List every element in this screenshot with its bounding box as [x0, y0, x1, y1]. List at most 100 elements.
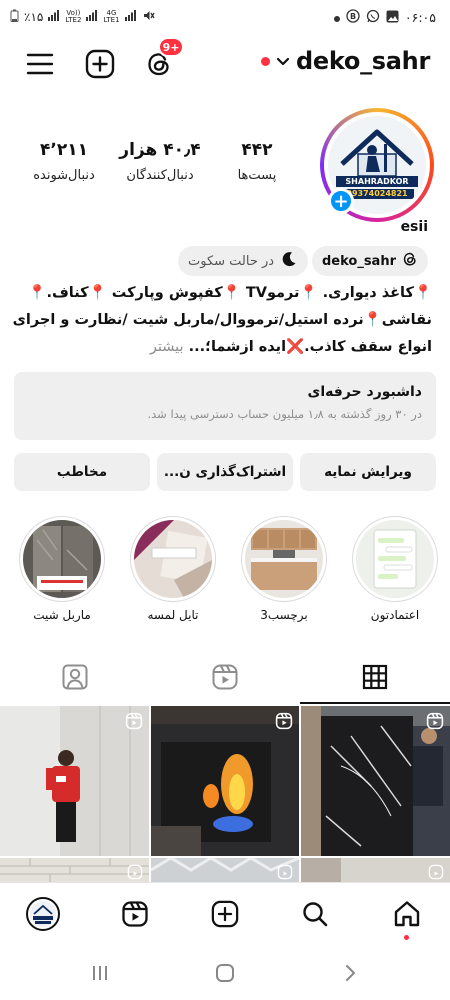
reel-icon: [275, 712, 293, 734]
nav-profile[interactable]: [26, 897, 60, 931]
notification-badge: 9+: [158, 37, 184, 57]
account-switcher[interactable]: deko_sahr: [261, 47, 430, 75]
tab-reels[interactable]: [150, 650, 300, 704]
highlight-ring: [241, 516, 327, 602]
b-app-icon: B: [346, 9, 360, 26]
bio-text-3b: ایده ازشما؛...: [188, 339, 287, 355]
posts-label: پست‌ها: [237, 168, 277, 183]
nav-search[interactable]: [298, 897, 332, 931]
posts-stat[interactable]: ۴۴۲ پست‌ها: [226, 140, 288, 183]
bio-text-1: کاغذ دیواری.: [322, 285, 414, 301]
bio-line-2: نقاشی📍نرده استیل/ترمووال/ماربل شیت /نظار…: [12, 307, 432, 334]
plus-square-icon: [85, 49, 115, 79]
profile-bio: 📍کاغذ دیواری. 📍ترموTV 📍کفپوش وپارکت 📍کنا…: [12, 280, 432, 361]
tab-tagged[interactable]: [0, 650, 150, 704]
grid-icon: [362, 664, 388, 690]
post-thumbnail[interactable]: [151, 858, 299, 882]
home-notification-dot: [404, 935, 409, 940]
share-profile-button[interactable]: اشتراک‌گذاری ن...: [157, 453, 293, 491]
status-right: B ۰۶:۰۵: [333, 9, 436, 26]
bio-line-3: انواع سقف کاذب.❌ایده ازشما؛... بیشتر: [12, 334, 432, 361]
battery-percent: ٪۱۵: [24, 10, 44, 24]
followers-stat[interactable]: ۴۰٫۴ هزار دنبال‌کنندگان: [112, 140, 208, 183]
status-bar: ٪۱۵ Vo)) LTE2 4G LTE1 B ۰۶:۰۵: [0, 0, 450, 34]
reel-icon: [277, 864, 293, 882]
moon-icon: [280, 250, 298, 272]
reel-icon: [125, 712, 143, 734]
4g-lte1-label: 4G LTE1: [103, 9, 120, 24]
bio-text-3a: انواع سقف کاذب.: [304, 339, 432, 355]
home-system-button[interactable]: [210, 958, 240, 988]
profile-tabs: [0, 650, 450, 704]
highlight-label: اعتمادتون: [370, 608, 420, 622]
system-navigation-bar: [0, 944, 450, 1000]
battery-icon: [10, 9, 19, 25]
gallery-icon: [386, 10, 399, 26]
bio-text-1b: ترموTV: [245, 285, 300, 301]
recent-apps-button[interactable]: [85, 958, 115, 988]
highlight-item[interactable]: برچسب3: [240, 516, 328, 622]
highlight-cover-image: [134, 520, 212, 598]
create-button[interactable]: [84, 48, 116, 80]
pin-icon: 📍: [413, 285, 432, 301]
highlight-label: تایل لمسه: [147, 608, 199, 622]
plus-square-icon: [211, 900, 239, 928]
professional-dashboard[interactable]: داشبورد حرفه‌ای در ۳۰ روز گذشته به ۱٫۸ م…: [14, 372, 436, 440]
post-thumbnail[interactable]: [301, 858, 450, 882]
signal-icon: [48, 10, 60, 24]
post-thumbnail[interactable]: [0, 858, 149, 882]
post-thumbnail[interactable]: [301, 706, 450, 856]
bio-text-1d: کناف.: [46, 285, 89, 301]
active-tab-indicator: [300, 702, 450, 704]
menu-button[interactable]: [24, 48, 56, 80]
back-button[interactable]: [335, 958, 365, 988]
bottom-navigation: [0, 882, 450, 944]
highlight-item[interactable]: تایل لمسه: [129, 516, 217, 622]
threads-handle-chip[interactable]: deko_sahr: [311, 246, 428, 276]
post-thumbnail[interactable]: [0, 706, 149, 856]
silent-mode-chip[interactable]: در حالت سکوت: [178, 246, 309, 276]
status-left: ٪۱۵ Vo)) LTE2 4G LTE1: [10, 9, 155, 25]
clock-time: ۰۶:۰۵: [404, 10, 436, 25]
posts-count: ۴۴۲: [241, 140, 273, 160]
signal-icon-3: [124, 10, 137, 24]
chevron-down-icon: [276, 52, 290, 71]
signal-icon-2: [86, 10, 98, 24]
username-title: deko_sahr: [296, 47, 430, 75]
reels-icon: [212, 664, 238, 690]
highlight-cover-image: [23, 520, 101, 598]
edit-profile-button[interactable]: ویرایش نمایه: [300, 453, 436, 491]
nav-reels[interactable]: [118, 897, 152, 931]
pin-icon: 📍: [222, 285, 241, 301]
bio-line-1: 📍کاغذ دیواری. 📍ترموTV 📍کفپوش وپارکت 📍کنا…: [12, 280, 432, 307]
highlight-ring: [130, 516, 216, 602]
followers-label: دنبال‌کنندگان: [126, 168, 194, 183]
avatar-brand-text: SHAHRADKOR: [345, 177, 409, 186]
contact-button[interactable]: مخاطب: [14, 453, 150, 491]
tab-posts-grid[interactable]: [300, 650, 450, 704]
following-stat[interactable]: ۴٬۲۱۱ دنبال‌شونده: [28, 140, 100, 183]
hamburger-menu-icon: [26, 53, 54, 75]
highlight-cover-image: [356, 520, 434, 598]
highlight-item[interactable]: اعتمادتون: [351, 516, 439, 622]
nav-create[interactable]: [208, 897, 242, 931]
display-name: esii: [400, 219, 428, 235]
pin-icon: 📍: [299, 285, 318, 301]
dashboard-title: داشبورد حرفه‌ای: [307, 384, 422, 400]
highlight-ring: [19, 516, 105, 602]
threads-handle-text: deko_sahr: [321, 253, 396, 269]
bio-more-link[interactable]: بیشتر: [150, 339, 184, 355]
reel-icon: [428, 864, 444, 882]
bio-text-2b: نرده استیل/ترمووال/ماربل شیت /نظارت و اج…: [12, 312, 364, 328]
highlight-ring: [352, 516, 438, 602]
nav-home[interactable]: [390, 897, 424, 940]
post-thumbnail[interactable]: [151, 706, 299, 856]
live-dot-icon: [261, 56, 271, 66]
add-story-plus-icon[interactable]: +: [328, 188, 354, 214]
highlight-item[interactable]: ماربل شیت: [18, 516, 106, 622]
recent-apps-icon: [93, 966, 107, 980]
followers-count: ۴۰٫۴ هزار: [119, 140, 201, 160]
following-count: ۴٬۲۱۱: [40, 140, 88, 160]
profile-avatar-mini: [26, 897, 60, 931]
home-square-icon: [216, 964, 234, 982]
